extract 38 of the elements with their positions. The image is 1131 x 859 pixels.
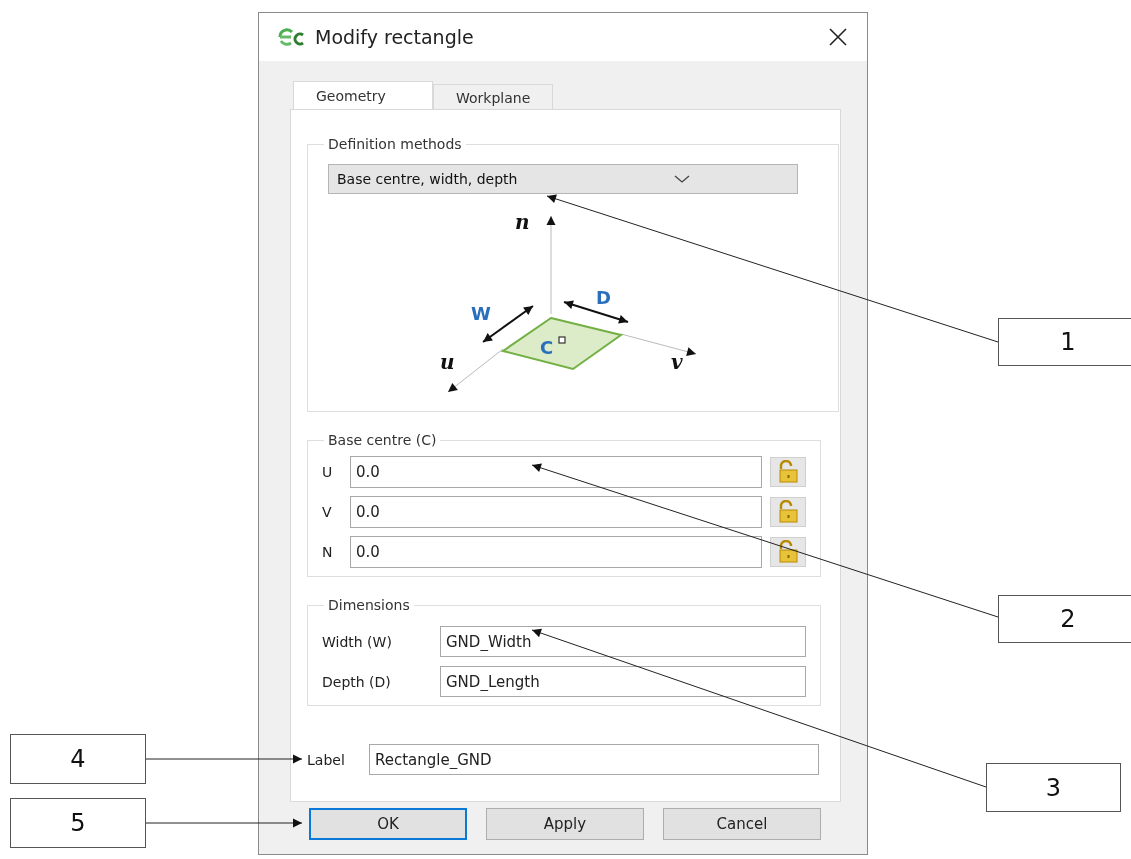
logo-icon — [277, 27, 305, 47]
group-title: Dimensions — [327, 597, 411, 613]
dialog-button[interactable]: OK — [309, 808, 467, 840]
dimension-label: D — [596, 287, 611, 308]
centre-point-icon — [558, 336, 566, 344]
callout-number: 1 — [998, 318, 1131, 366]
input-field[interactable]: 0.0 — [350, 496, 762, 528]
group-title: Base centre (C) — [327, 432, 438, 448]
caret-icon — [674, 174, 690, 184]
tab[interactable]: Workplane — [433, 84, 554, 109]
field-label: Width (W) — [322, 633, 393, 650]
window-title: Modify rectangle — [315, 26, 475, 48]
callout-number: 2 — [998, 595, 1131, 643]
input-field[interactable]: GND_Width — [440, 626, 806, 657]
field-label: N — [322, 544, 334, 560]
dialog-button[interactable]: Cancel — [663, 808, 821, 840]
close-icon — [828, 27, 848, 47]
callout-number: 4 — [10, 734, 146, 784]
axis-label: u — [440, 350, 455, 374]
field-label: U — [322, 464, 334, 480]
field-label: V — [322, 504, 333, 520]
axis-label: v — [671, 350, 683, 374]
dimension-label: W — [471, 303, 491, 324]
input-field[interactable]: Rectangle_GND — [369, 744, 819, 775]
input-field[interactable]: 0.0 — [350, 456, 762, 488]
callout-number: 5 — [10, 798, 146, 848]
field-label: Label — [307, 751, 346, 768]
tab[interactable]: Geometry — [293, 81, 433, 109]
group-title: Definition methods — [327, 136, 463, 152]
field-label: Depth (D) — [322, 673, 392, 690]
method-dropdown[interactable]: Base centre, width, depth — [328, 164, 798, 194]
lock-button[interactable] — [770, 537, 806, 567]
callout-number: 3 — [986, 763, 1121, 812]
input-field[interactable]: 0.0 — [350, 536, 762, 568]
dialog-button[interactable]: Apply — [486, 808, 644, 840]
centre-label: C — [540, 337, 554, 358]
axis-label: n — [515, 210, 530, 234]
input-field[interactable]: GND_Length — [440, 666, 806, 697]
